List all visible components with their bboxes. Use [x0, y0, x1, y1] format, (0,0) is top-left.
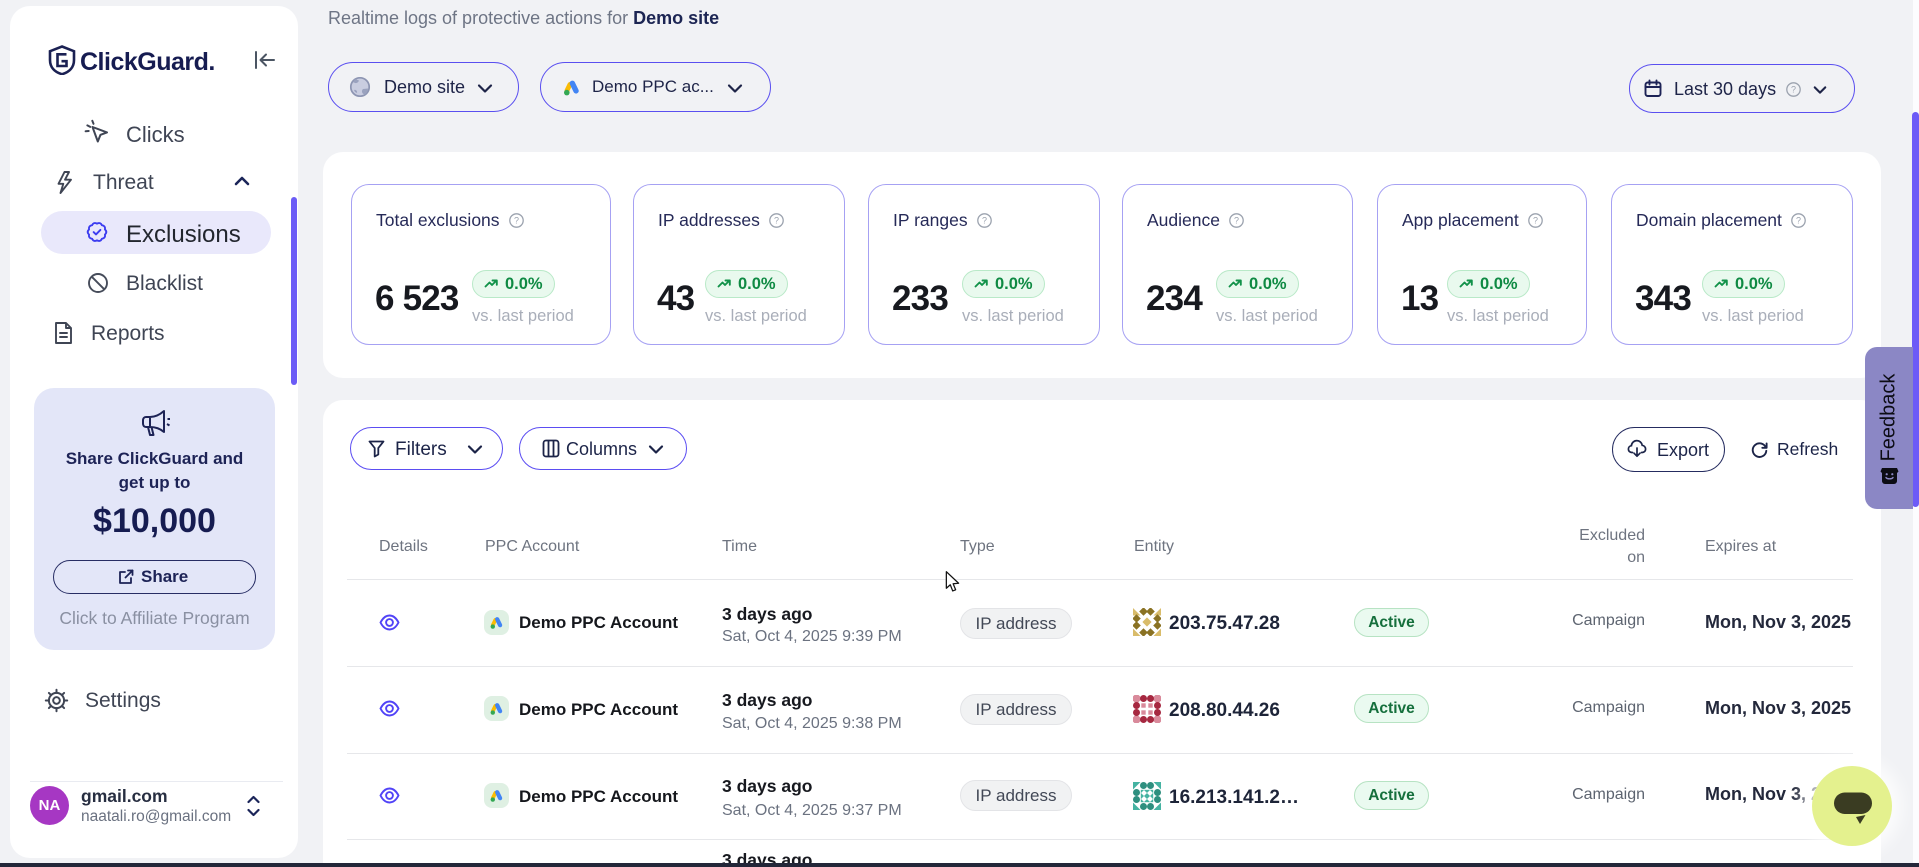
svg-text:?: ?	[774, 216, 779, 226]
svg-text:?: ?	[982, 216, 987, 226]
svg-text:?: ?	[1234, 216, 1239, 226]
svg-text:?: ?	[1796, 216, 1801, 226]
svg-text:?: ?	[1533, 216, 1538, 226]
svg-text:?: ?	[1791, 85, 1796, 95]
svg-text:?: ?	[514, 216, 519, 226]
